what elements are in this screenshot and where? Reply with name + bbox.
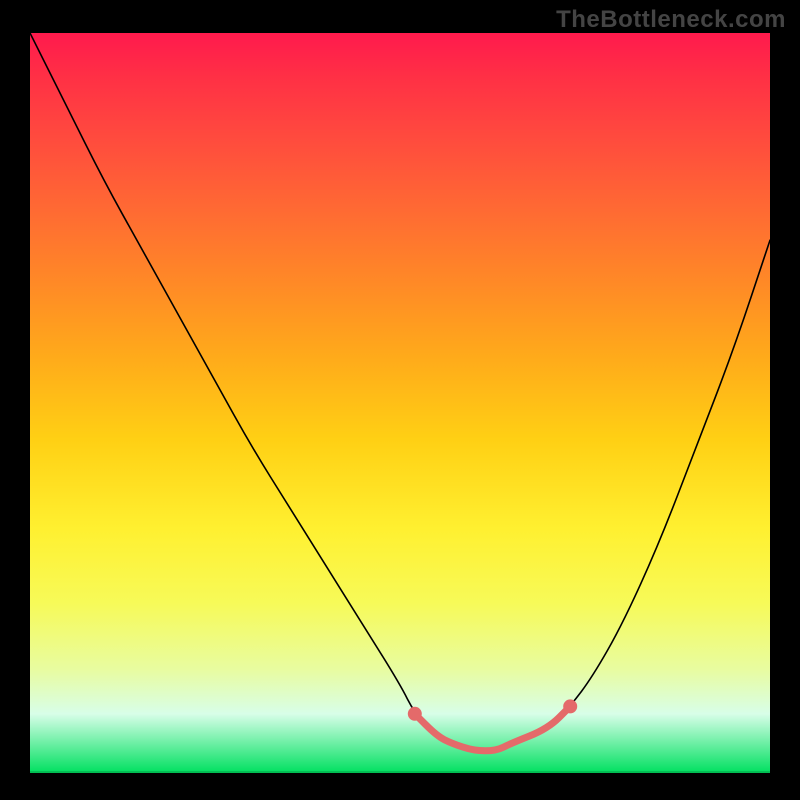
optimal-zone-highlight (415, 706, 570, 750)
plot-area (30, 33, 770, 773)
watermark-text: TheBottleneck.com (556, 6, 786, 34)
curve-svg (30, 33, 770, 773)
chart-frame: TheBottleneck.com (0, 0, 800, 800)
bottleneck-curve (30, 33, 770, 751)
optimal-zone-start-marker (408, 707, 422, 721)
optimal-zone-end-marker (563, 699, 577, 713)
